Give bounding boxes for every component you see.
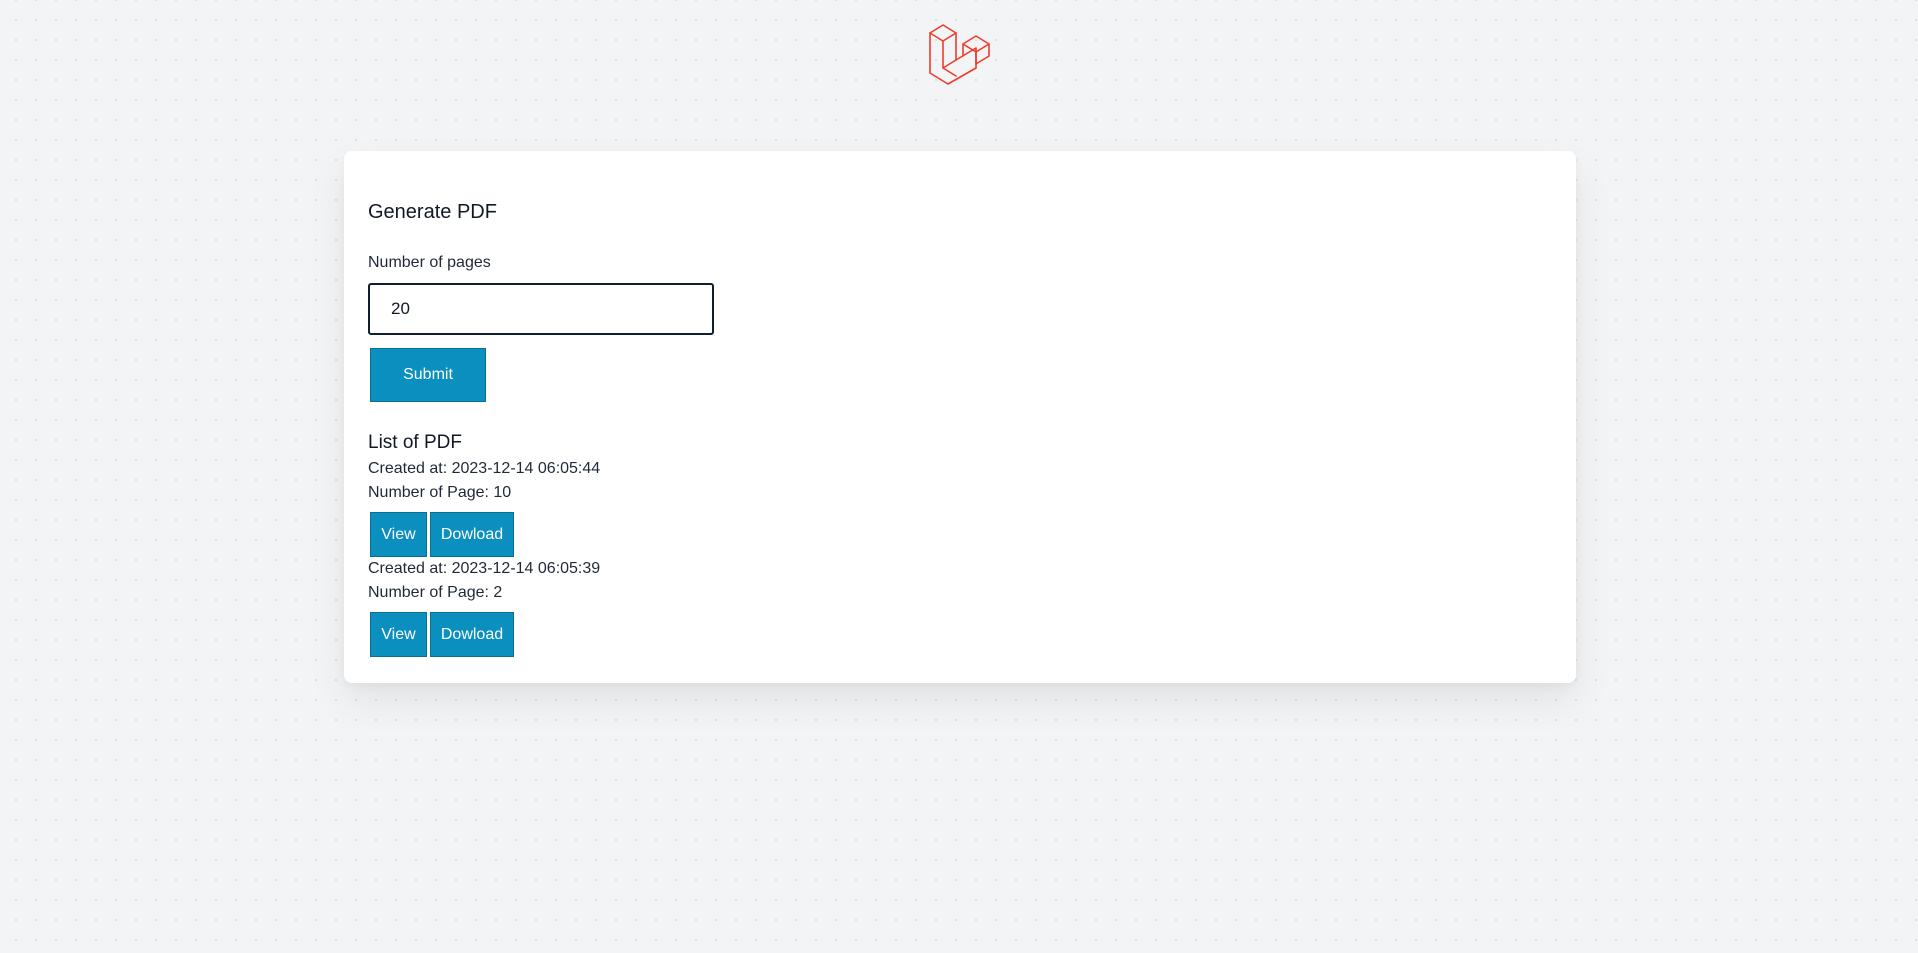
pdf-created-at: Created at: 2023-12-14 06:05:44 (368, 460, 601, 477)
view-pdf-button[interactable]: View (370, 512, 427, 557)
generate-pdf-title: Generate PDF (368, 201, 497, 223)
pdf-page-count: Number of Page: 10 (368, 484, 512, 501)
pdf-created-at: Created at: 2023-12-14 06:05:39 (368, 560, 601, 577)
number-of-pages-label: Number of pages (368, 254, 491, 271)
download-pdf-button[interactable]: Dowload (430, 612, 514, 657)
number-of-pages-input[interactable] (368, 283, 714, 335)
laravel-logo-icon (927, 22, 993, 88)
submit-button[interactable]: Submit (370, 348, 486, 402)
generate-pdf-card: Generate PDF Number of pages Submit List… (344, 151, 1576, 683)
list-of-pdf-title: List of PDF (368, 432, 462, 453)
view-pdf-button[interactable]: View (370, 612, 427, 657)
download-pdf-button[interactable]: Dowload (430, 512, 514, 557)
pdf-page-count: Number of Page: 2 (368, 584, 503, 601)
